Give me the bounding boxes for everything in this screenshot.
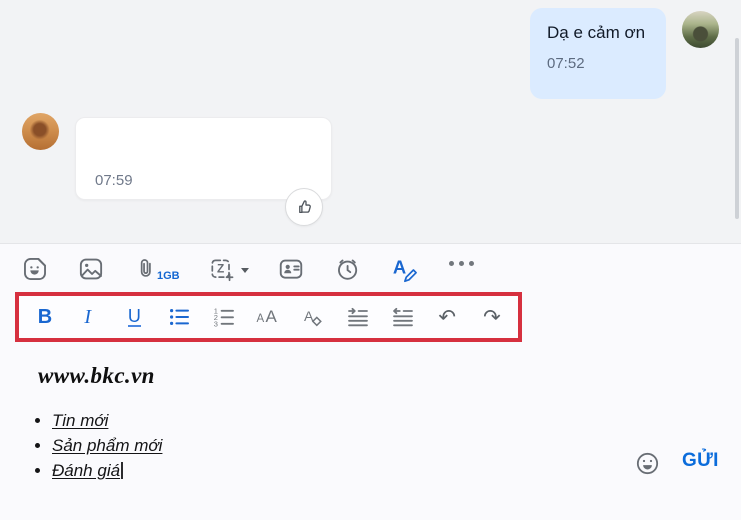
like-button[interactable]	[285, 188, 323, 226]
numbered-list-icon: 1 2 3	[214, 306, 234, 329]
italic-button[interactable]: I	[75, 300, 105, 334]
text-format-toolbar: B I U 1 2 3 A A A ↶ ↷	[15, 292, 522, 342]
svg-text:Z: Z	[217, 261, 224, 275]
chevron-down-icon	[240, 267, 249, 273]
composer-toolbar: 1GB Z A	[0, 245, 741, 292]
alarm-clock-icon	[337, 259, 357, 280]
indent-decrease-icon	[392, 307, 413, 327]
contact-card-button[interactable]	[277, 255, 305, 283]
format-text-icon: A	[393, 256, 417, 282]
undo-button[interactable]: ↶	[432, 300, 462, 334]
underline-label: U	[127, 305, 141, 328]
indent-decrease-button[interactable]	[388, 300, 418, 334]
indent-increase-button[interactable]	[343, 300, 373, 334]
screen-capture-icon: Z	[211, 259, 234, 281]
chat-window: Dạ e cảm ơn 07:52 07:59 1GB Z A B I U 1 …	[0, 0, 741, 520]
image-icon	[79, 258, 103, 279]
font-size-button[interactable]: A A	[253, 300, 283, 334]
more-options-button[interactable]	[448, 260, 474, 277]
message-time: 07:59	[95, 172, 133, 189]
bold-button[interactable]: B	[30, 300, 60, 334]
svg-text:A: A	[393, 256, 406, 277]
attach-file-button[interactable]: 1GB	[133, 255, 180, 283]
list-item[interactable]: Sản phẩm mới	[52, 437, 162, 455]
message-bubble-incoming[interactable]: 07:59	[75, 117, 332, 200]
contact-card-icon	[279, 259, 302, 279]
sticker-button[interactable]	[21, 255, 49, 283]
svg-text:A: A	[266, 307, 278, 326]
text-cursor	[121, 462, 123, 479]
sticker-icon	[24, 257, 46, 280]
underline-button[interactable]: U	[119, 300, 149, 334]
editor-heading[interactable]: www.bkc.vn	[38, 363, 155, 389]
format-text-button[interactable]: A	[389, 254, 421, 284]
send-button[interactable]: GỬI	[682, 450, 719, 472]
scrollbar-thumb[interactable]	[735, 38, 739, 219]
message-text: Dạ e cảm ơn	[547, 23, 646, 42]
ellipsis-icon	[448, 260, 474, 266]
editor-bullet-list[interactable]: Tin mới Sản phẩm mới Đánh giá	[52, 412, 162, 487]
emoji-button[interactable]	[632, 448, 662, 478]
redo-button[interactable]: ↷	[477, 300, 507, 334]
list-item[interactable]: Đánh giá	[52, 462, 162, 480]
attachment-limit-label: 1GB	[157, 269, 180, 282]
list-item[interactable]: Tin mới	[52, 412, 162, 430]
svg-text:A: A	[257, 313, 265, 325]
screen-capture-button[interactable]: Z	[208, 255, 249, 283]
message-history: Dạ e cảm ơn 07:52 07:59	[0, 0, 741, 244]
numbered-list-button[interactable]: 1 2 3	[209, 300, 239, 334]
text-color-icon: A	[304, 308, 322, 327]
font-size-icon: A A	[257, 307, 278, 326]
message-bubble-outgoing[interactable]: Dạ e cảm ơn 07:52	[530, 8, 666, 99]
bullet-list-icon	[170, 309, 190, 325]
avatar-outgoing[interactable]	[682, 11, 719, 48]
message-time: 07:52	[547, 55, 585, 72]
image-button[interactable]	[77, 255, 105, 283]
indent-increase-icon	[347, 307, 368, 327]
paperclip-icon	[140, 258, 151, 277]
svg-text:3: 3	[214, 320, 218, 329]
text-color-button[interactable]: A	[298, 300, 328, 334]
reminder-button[interactable]	[333, 255, 361, 283]
bullet-list-button[interactable]	[164, 300, 194, 334]
smiley-icon	[636, 452, 658, 474]
list-item-text: Đánh giá	[52, 461, 121, 480]
thumbs-up-icon	[298, 199, 311, 213]
avatar-incoming[interactable]	[22, 113, 59, 150]
